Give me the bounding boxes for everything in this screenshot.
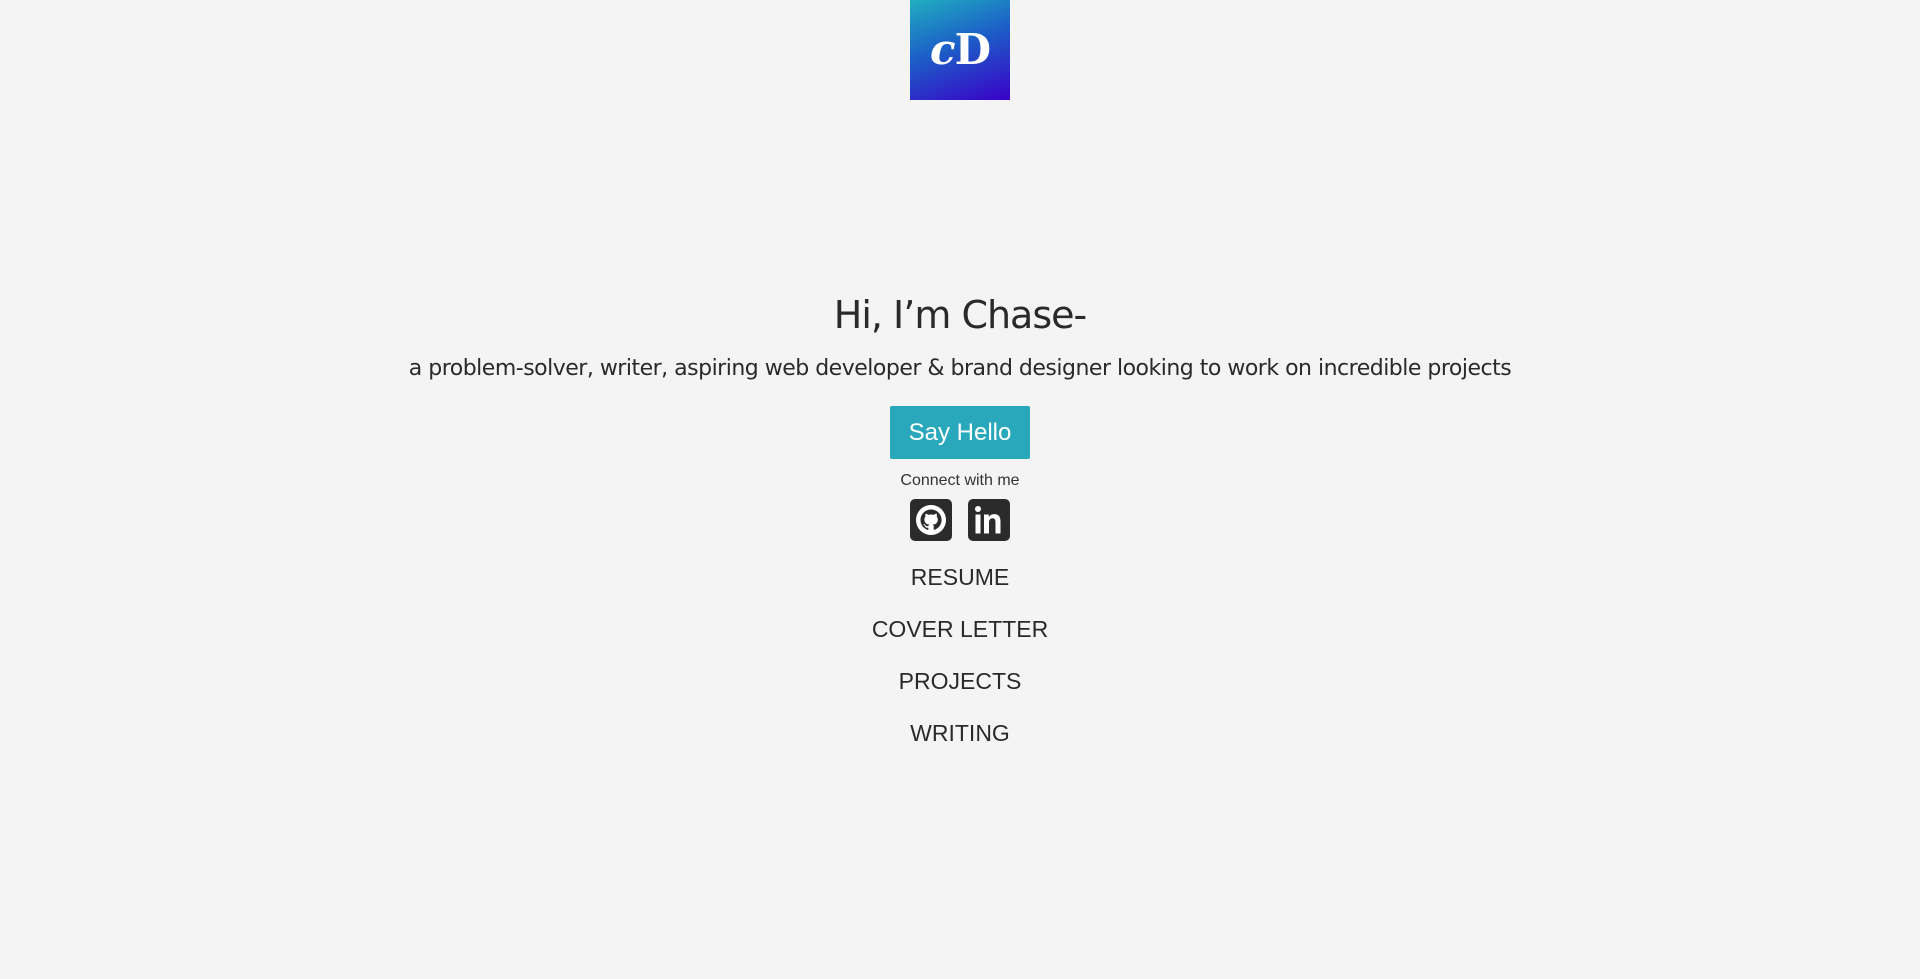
say-hello-button[interactable]: Say Hello bbox=[889, 406, 1031, 459]
page: cD Hi, I’m Chase- a problem-solver, writ… bbox=[0, 0, 1920, 979]
page-title: Hi, I’m Chase- bbox=[833, 293, 1087, 337]
nav-projects[interactable]: PROJECTS bbox=[899, 667, 1022, 695]
tagline: a problem-solver, writer, aspiring web d… bbox=[408, 356, 1512, 381]
logo-letter-c: c bbox=[930, 25, 956, 74]
social-links bbox=[0, 499, 1920, 541]
github-icon bbox=[916, 505, 946, 535]
hero: Hi, I’m Chase- a problem-solver, writer,… bbox=[0, 290, 1920, 747]
logo-text: cD bbox=[930, 29, 991, 71]
nav-resume[interactable]: RESUME bbox=[911, 563, 1009, 591]
logo[interactable]: cD bbox=[910, 0, 1010, 100]
connect-label: Connect with me bbox=[900, 472, 1020, 489]
linkedin-icon bbox=[975, 506, 1001, 534]
nav-cover-letter[interactable]: COVER LETTER bbox=[872, 615, 1048, 643]
logo-letter-d: D bbox=[954, 25, 991, 74]
main-nav: RESUME COVER LETTER PROJECTS WRITING bbox=[0, 563, 1920, 747]
linkedin-link[interactable] bbox=[968, 499, 1010, 541]
github-link[interactable] bbox=[910, 499, 952, 541]
nav-writing[interactable]: WRITING bbox=[910, 719, 1010, 747]
